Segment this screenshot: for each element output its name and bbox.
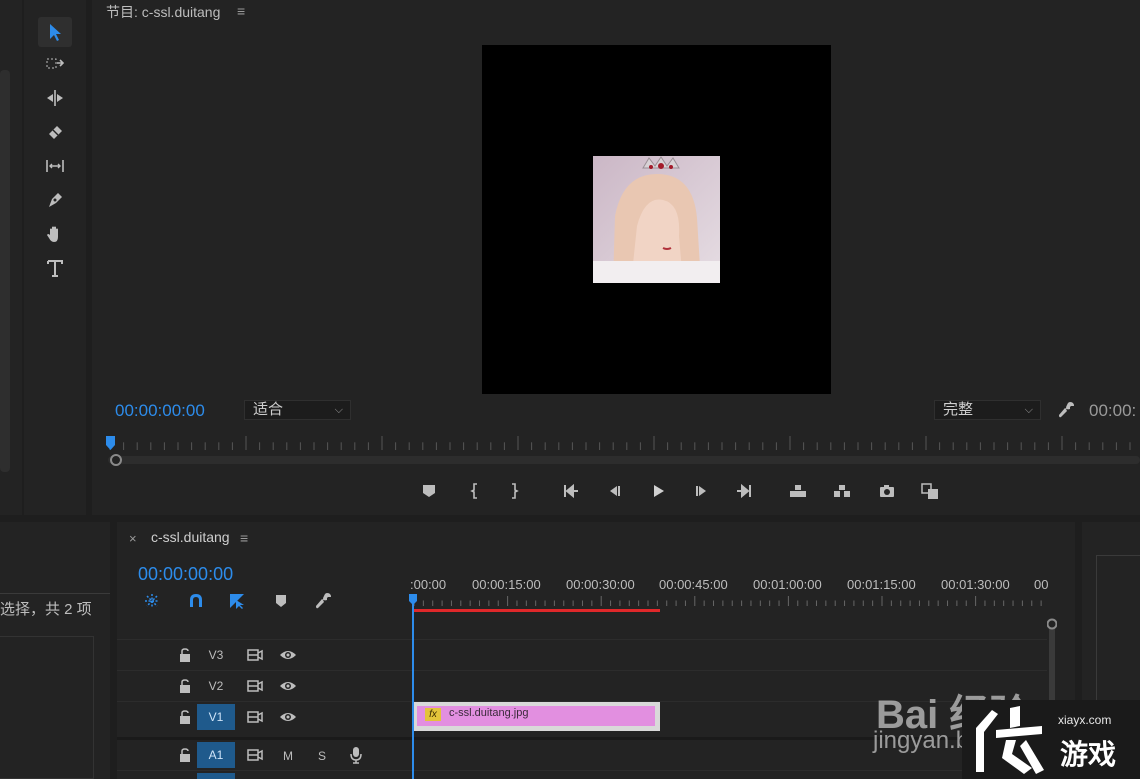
go-to-in-icon[interactable] — [560, 481, 582, 501]
tools-panel — [24, 0, 86, 515]
ruler-label: 00:01:15:00 — [847, 577, 916, 592]
ruler-label: 00:00:15:00 — [472, 577, 541, 592]
work-area-bar[interactable] — [413, 609, 660, 612]
sequence-tab[interactable]: c-ssl.duitang — [151, 529, 230, 545]
project-divider — [0, 593, 110, 594]
export-frame-icon[interactable] — [876, 481, 898, 501]
track-name-v2[interactable]: V2 — [197, 673, 235, 699]
solo-button[interactable]: S — [318, 749, 326, 763]
track-header: V3 — [117, 640, 411, 670]
chevron-down-icon: ⌵ — [334, 404, 343, 416]
track-name-a2[interactable] — [197, 773, 235, 779]
left-scrollbar[interactable] — [0, 70, 10, 472]
selection-status: 选择，共 2 项 — [0, 601, 92, 618]
linked-selection-icon[interactable] — [226, 591, 248, 611]
track-a2[interactable] — [117, 770, 1047, 779]
ruler-label: 00 — [1034, 577, 1049, 592]
zoom-scroll-handle[interactable] — [110, 454, 122, 466]
slip-tool-icon[interactable] — [38, 151, 72, 181]
voiceover-mic-icon[interactable] — [349, 746, 363, 764]
hand-tool-icon[interactable] — [38, 219, 72, 249]
lift-icon[interactable] — [787, 481, 809, 501]
lock-icon[interactable] — [179, 748, 191, 762]
snap-magnet-icon[interactable] — [185, 591, 207, 611]
site-url: xiayx.com — [1058, 713, 1112, 727]
ruler-label: 00:00:45:00 — [659, 577, 728, 592]
selection-tool-icon[interactable] — [38, 17, 72, 47]
pen-tool-icon[interactable] — [38, 185, 72, 215]
preview-image — [593, 156, 720, 283]
track-name-v3[interactable]: V3 — [197, 642, 235, 668]
go-to-out-icon[interactable] — [733, 481, 755, 501]
track-v3[interactable]: V3 — [117, 639, 1047, 670]
program-monitor-title[interactable]: 节目: c-ssl.duitang — [106, 2, 220, 22]
play-icon[interactable] — [647, 481, 669, 501]
ruler-label: :00:00 — [410, 577, 447, 592]
sync-lock-icon[interactable] — [247, 679, 263, 693]
sync-lock-icon[interactable] — [247, 748, 263, 762]
track-header: A1 M S — [117, 740, 411, 770]
duration-timecode: 00:00: — [1089, 401, 1137, 420]
timeline-timecode[interactable]: 00:00:00:00 — [138, 564, 233, 585]
panel-menu-icon[interactable]: ≡ — [237, 3, 245, 19]
program-playhead[interactable] — [106, 436, 115, 450]
chevron-down-icon: ⌵ — [1024, 404, 1033, 416]
lock-icon[interactable] — [179, 679, 191, 693]
settings-wrench-icon[interactable] — [1056, 400, 1076, 420]
eye-icon[interactable] — [279, 648, 297, 662]
track-name-a1[interactable]: A1 — [197, 742, 235, 768]
add-marker-icon[interactable] — [418, 481, 440, 501]
timeline-settings-wrench-icon[interactable] — [312, 591, 334, 611]
ruler-label: 00:01:30:00 — [941, 577, 1010, 592]
zoom-level-value: 适合 — [253, 401, 284, 418]
playhead-timecode[interactable]: 00:00:00:00 — [115, 401, 205, 421]
ruler-label: 00:01:00:00 — [753, 577, 822, 592]
playback-resolution-value: 完整 — [943, 401, 974, 418]
sync-lock-icon[interactable] — [247, 710, 263, 724]
project-list-area[interactable] — [0, 636, 94, 779]
close-sequence-icon[interactable]: × — [129, 531, 137, 546]
comparison-view-icon[interactable] — [919, 481, 941, 501]
mark-in-icon[interactable] — [464, 481, 486, 501]
eye-icon[interactable] — [279, 710, 297, 724]
lock-icon[interactable] — [179, 648, 191, 662]
eye-icon[interactable] — [279, 679, 297, 693]
add-marker-icon[interactable] — [270, 591, 292, 611]
clip-name: c-ssl.duitang.jpg — [449, 707, 529, 719]
nest-icon[interactable] — [141, 591, 163, 611]
extract-icon[interactable] — [831, 481, 853, 501]
track-header: V2 — [117, 671, 411, 701]
timeline-playhead[interactable] — [409, 594, 417, 605]
playback-resolution-select[interactable]: 完整 ⌵ — [934, 400, 1041, 420]
timeline-time-ruler[interactable] — [412, 596, 1048, 608]
track-name-v1[interactable]: V1 — [197, 704, 235, 730]
mark-out-icon[interactable] — [503, 481, 525, 501]
step-forward-icon[interactable] — [691, 481, 713, 501]
type-tool-icon[interactable] — [38, 253, 72, 283]
program-zoom-scrollbar[interactable] — [108, 456, 1140, 464]
lock-icon[interactable] — [179, 710, 191, 724]
step-back-icon[interactable] — [603, 481, 625, 501]
ruler-label: 00:00:30:00 — [566, 577, 635, 592]
ripple-edit-tool-icon[interactable] — [38, 83, 72, 113]
track-select-tool-icon[interactable] — [38, 49, 72, 79]
site-name: 游戏 — [1060, 739, 1117, 770]
sync-lock-icon[interactable] — [247, 648, 263, 662]
site-logo-icon — [976, 706, 1044, 774]
zoom-level-select[interactable]: 适合 ⌵ — [244, 400, 351, 420]
timeline-playhead-line[interactable] — [412, 598, 414, 779]
fx-badge: fx — [425, 708, 441, 721]
mute-button[interactable]: M — [283, 749, 293, 763]
panel-menu-icon[interactable]: ≡ — [240, 530, 248, 546]
program-time-ruler[interactable] — [108, 436, 1140, 454]
razor-tool-icon[interactable] — [38, 117, 72, 147]
track-header: V1 — [117, 702, 411, 732]
